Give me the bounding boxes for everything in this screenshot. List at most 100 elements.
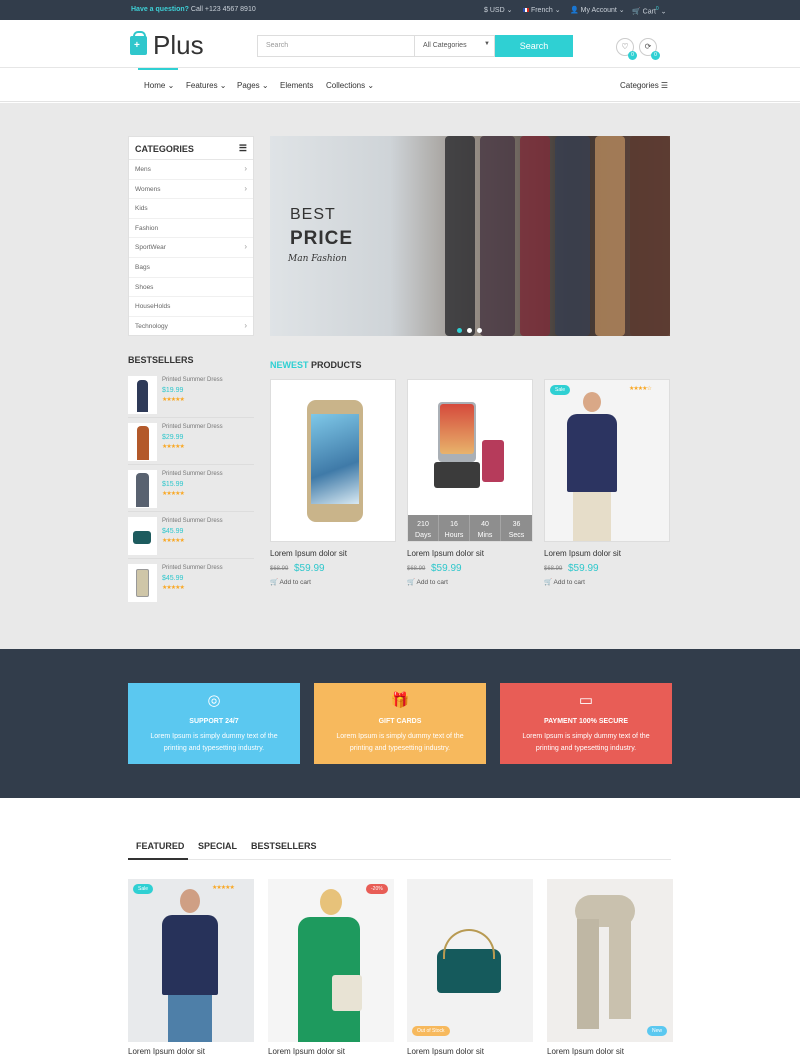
- nav-features[interactable]: Features ⌄: [186, 81, 227, 90]
- product-name[interactable]: Lorem Ipsum dolor sit: [547, 1047, 624, 1056]
- product-image[interactable]: Out of Stock: [407, 879, 533, 1042]
- product-thumbnail[interactable]: [128, 517, 157, 555]
- compare-button[interactable]: ⟳ 0: [639, 38, 660, 60]
- active-tab-indicator: [128, 858, 188, 860]
- nav-home[interactable]: Home ⌄: [144, 81, 174, 90]
- product-name[interactable]: Lorem Ipsum dolor sit: [544, 549, 621, 558]
- category-item-shoes[interactable]: Shoes: [129, 278, 253, 298]
- newest-products-title: NEWEST PRODUCTS: [270, 360, 362, 370]
- chevron-right-icon: ›: [244, 242, 247, 252]
- category-item-bags[interactable]: Bags: [129, 258, 253, 278]
- product-name[interactable]: Lorem Ipsum dolor sit: [268, 1047, 345, 1056]
- gift-icon: 🎁: [390, 692, 410, 709]
- category-item-technology[interactable]: Technology ›: [129, 317, 253, 337]
- add-to-cart-button[interactable]: 🛒 Add to cart: [270, 578, 311, 586]
- star-rating: ★★★★★: [162, 491, 185, 497]
- contact-info: Have a question? Call +123 4567 8910: [131, 6, 256, 13]
- search-input[interactable]: Search: [257, 35, 415, 57]
- sale-badge: Sale: [550, 385, 571, 395]
- cart-count: 0: [655, 6, 659, 12]
- timer-mins: 40 Mins: [470, 515, 501, 541]
- chevron-right-icon: ›: [244, 183, 247, 193]
- nav-categories[interactable]: Categories ☰: [620, 81, 668, 90]
- product-thumbnail[interactable]: [128, 564, 157, 602]
- category-item-womens[interactable]: Womens ›: [129, 180, 253, 200]
- product-image[interactable]: -20%: [268, 879, 394, 1042]
- old-price: $68.99: [270, 566, 289, 572]
- tab-bestsellers[interactable]: BESTSELLERS: [251, 841, 317, 851]
- product-image[interactable]: New: [547, 879, 673, 1042]
- product-image[interactable]: [270, 379, 396, 542]
- service-payment: ▭ PAYMENT 100% SECURE Lorem Ipsum is sim…: [500, 683, 672, 764]
- product-name[interactable]: Lorem Ipsum dolor sit: [407, 549, 484, 558]
- product-thumbnail[interactable]: [128, 423, 157, 461]
- category-item-fashion[interactable]: Fashion: [129, 219, 253, 239]
- hero-banner[interactable]: BEST PRICE Man Fashion: [270, 136, 670, 336]
- carousel-dot[interactable]: [457, 328, 462, 333]
- carousel-dot[interactable]: [467, 328, 472, 333]
- nav-pages[interactable]: Pages ⌄: [237, 81, 269, 90]
- add-to-cart-button[interactable]: 🛒 Add to cart: [544, 578, 585, 586]
- product-price: $59.99: [431, 563, 462, 574]
- new-badge: New: [647, 1026, 668, 1036]
- bestseller-item[interactable]: Printed Summer Dress $45.99 ★★★★★: [128, 562, 254, 606]
- bestseller-item[interactable]: Printed Summer Dress $15.99 ★★★★★: [128, 468, 254, 512]
- tab-special[interactable]: SPECIAL: [198, 841, 237, 851]
- star-rating: ★★★★★: [162, 538, 185, 544]
- chevron-right-icon: ›: [244, 320, 247, 330]
- product-name[interactable]: Lorem Ipsum dolor sit: [270, 549, 347, 558]
- category-item-mens[interactable]: Mens ›: [129, 160, 253, 180]
- user-icon: 👤: [570, 7, 579, 14]
- category-item-kids[interactable]: Kids: [129, 199, 253, 219]
- product-thumbnail[interactable]: [128, 470, 157, 508]
- product-name[interactable]: Lorem Ipsum dolor sit: [128, 1047, 205, 1056]
- shopping-bag-icon: [130, 31, 147, 55]
- banner-line1: BEST: [290, 206, 336, 223]
- language-select[interactable]: French ⌄: [523, 6, 561, 14]
- account-menu[interactable]: 👤 My Account ⌄: [570, 6, 625, 14]
- product-image[interactable]: 210 Days 16 Hours 40 Mins 36 Secs: [407, 379, 533, 542]
- cart-menu[interactable]: 🛒 Cart0 ⌄: [632, 6, 667, 15]
- tab-featured[interactable]: FEATURED: [136, 841, 184, 851]
- category-select[interactable]: All Categories ▼: [415, 35, 495, 57]
- wishlist-count: 0: [628, 51, 637, 60]
- bestsellers-title: BESTSELLERS: [128, 355, 194, 365]
- old-price: $68.99: [544, 566, 563, 572]
- wishlist-button[interactable]: ♡ 0: [616, 38, 637, 60]
- bestseller-item[interactable]: Printed Summer Dress $29.99 ★★★★★: [128, 421, 254, 465]
- cart-icon: 🛒: [544, 579, 553, 586]
- product-thumbnail[interactable]: [128, 376, 157, 414]
- countdown-timer: 210 Days 16 Hours 40 Mins 36 Secs: [408, 515, 532, 541]
- timer-hours: 16 Hours: [439, 515, 470, 541]
- old-price: $68.99: [407, 566, 426, 572]
- banner-line2: PRICE: [290, 228, 354, 249]
- caret-down-icon: ▼: [484, 41, 490, 47]
- top-bar: Have a question? Call +123 4567 8910 $ U…: [0, 0, 800, 20]
- nav-elements[interactable]: Elements: [280, 81, 313, 90]
- categories-header[interactable]: CATEGORIES ☰: [129, 137, 253, 160]
- carousel-dot[interactable]: [477, 328, 482, 333]
- cart-icon: 🛒: [270, 579, 279, 586]
- carousel-dots: [457, 320, 487, 336]
- header: Plus Search All Categories▼ Search ♡0 ⟳0: [0, 20, 800, 68]
- bestseller-item[interactable]: Printed Summer Dress $45.99 ★★★★★: [128, 515, 254, 559]
- product-image[interactable]: Sale ★★★★☆: [544, 379, 670, 542]
- product-image[interactable]: Sale ★★★★★: [128, 879, 254, 1042]
- product-name[interactable]: Lorem Ipsum dolor sit: [407, 1047, 484, 1056]
- category-item-sportwear[interactable]: SportWear ›: [129, 238, 253, 258]
- timer-secs: 36 Secs: [508, 521, 525, 539]
- star-rating: ★★★★☆: [629, 386, 652, 392]
- currency-select[interactable]: $ USD ⌄: [484, 6, 512, 14]
- add-to-cart-button[interactable]: 🛒 Add to cart: [407, 578, 448, 586]
- chevron-right-icon: ›: [244, 164, 247, 173]
- product-price: $59.99: [294, 563, 325, 574]
- nav-collections[interactable]: Collections ⌄: [326, 81, 374, 90]
- refresh-icon: ⟳: [644, 42, 652, 51]
- discount-badge: -20%: [366, 884, 388, 894]
- category-item-households[interactable]: HouseHolds: [129, 297, 253, 317]
- star-rating: ★★★★★: [162, 444, 185, 450]
- search-button[interactable]: Search: [495, 35, 573, 57]
- bestseller-item[interactable]: Printed Summer Dress $19.99 ★★★★★: [128, 374, 254, 418]
- cart-icon: 🛒: [632, 8, 641, 16]
- phone-number[interactable]: Call +123 4567 8910: [191, 6, 256, 13]
